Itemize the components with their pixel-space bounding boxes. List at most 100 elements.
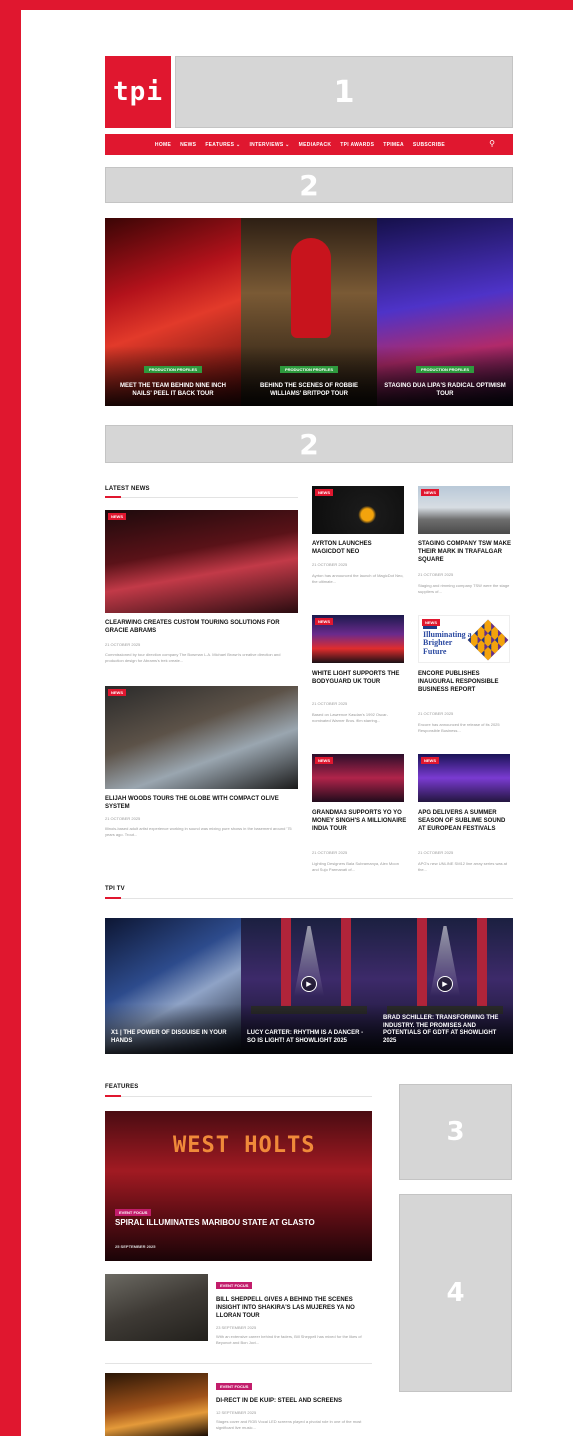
news-thumbnail[interactable]: NEWS xyxy=(312,615,404,663)
news-excerpt: APG's new UNLINE SM12 line array series … xyxy=(418,861,508,872)
nav-subscribe[interactable]: SUBSCRIBE xyxy=(413,142,445,148)
news-excerpt: Lighting Designers Bala Subramanya, Alex… xyxy=(312,861,399,872)
video-card[interactable]: X1 | THE POWER OF DISGUISE IN YOUR HANDS xyxy=(105,918,241,1054)
category-badge[interactable]: PRODUCTION PROFILES xyxy=(279,366,339,373)
news-badge[interactable]: NEWS xyxy=(422,619,440,626)
feature-date: 23 SEPTEMBER 2025 xyxy=(216,1325,257,1331)
hero-title[interactable]: STAGING DUA LIPA'S RADICAL OPTIMISM TOUR xyxy=(383,383,507,398)
nav-tpimea[interactable]: TPIMEA xyxy=(383,142,404,148)
section-title-tpi-tv: TPI TV xyxy=(105,886,125,892)
feature-list-item: EVENT FOCUS BILL SHEPPELL GIVES A BEHIND… xyxy=(216,1274,372,1345)
news-badge[interactable]: NEWS xyxy=(421,757,439,764)
ad-slot-sidebar-lower[interactable]: 4 xyxy=(399,1194,512,1392)
section-divider xyxy=(105,1096,372,1097)
feature-list-item: EVENT FOCUS DI-RECT IN DE KUIP: STEEL AN… xyxy=(216,1375,372,1430)
news-title[interactable]: AYRTON LAUNCHES MAGICDOT NEO xyxy=(312,540,404,556)
category-badge[interactable]: PRODUCTION PROFILES xyxy=(143,366,203,373)
news-title[interactable]: ELIJAH WOODS TOURS THE GLOBE WITH COMPAC… xyxy=(105,795,298,811)
feature-title[interactable]: BILL SHEPPELL GIVES A BEHIND THE SCENES … xyxy=(216,1296,372,1320)
news-badge[interactable]: NEWS xyxy=(108,513,126,520)
category-badge[interactable]: PRODUCTION PROFILES xyxy=(415,366,475,373)
video-title[interactable]: X1 | THE POWER OF DISGUISE IN YOUR HANDS xyxy=(111,1030,235,1046)
news-thumbnail[interactable]: NEWS xyxy=(312,754,404,802)
stage-sign: WEST HOLTS xyxy=(173,1133,316,1158)
image-shade xyxy=(105,1004,241,1054)
feature-card[interactable]: WEST HOLTS EVENT FOCUS SPIRAL ILLUMINATE… xyxy=(105,1111,372,1261)
hero-card[interactable]: PRODUCTION PROFILES STAGING DUA LIPA'S R… xyxy=(377,218,513,406)
video-card[interactable]: ▶ BRAD SCHILLER: TRANSFORMING THE INDUST… xyxy=(377,918,513,1054)
news-title[interactable]: GRANDMA3 SUPPORTS YO YO MONEY SINGH'S A … xyxy=(312,809,407,833)
video-title[interactable]: BRAD SCHILLER: TRANSFORMING THE INDUSTRY… xyxy=(383,1015,507,1046)
news-excerpt: Ayrton has announced the launch of Magic… xyxy=(312,573,404,584)
news-image[interactable]: NEWS xyxy=(105,686,298,789)
news-date: 21 OCTOBER 2025 xyxy=(105,816,141,821)
news-thumbnail[interactable]: NEWS xyxy=(418,486,510,534)
ad-slot-banner-lower[interactable]: 2 xyxy=(105,425,513,463)
nav-interviews[interactable]: INTERVIEWS ⌄ xyxy=(249,142,289,148)
feature-thumbnail[interactable] xyxy=(105,1373,208,1436)
ad-slot-number: 3 xyxy=(446,1117,465,1147)
nav-mediapack[interactable]: MEDIAPACK xyxy=(299,142,332,148)
video-title[interactable]: LUCY CARTER: RHYTHM IS A DANCER - SO IS … xyxy=(247,1030,371,1046)
image-shade xyxy=(241,1004,377,1054)
play-icon[interactable]: ▶ xyxy=(437,976,453,992)
tpi-logo[interactable]: tpi xyxy=(105,56,171,128)
news-badge[interactable]: NEWS xyxy=(315,489,333,496)
play-icon[interactable]: ▶ xyxy=(301,976,317,992)
hero-card[interactable]: PRODUCTION PROFILES BEHIND THE SCENES OF… xyxy=(241,218,377,406)
ad-slot-number: 2 xyxy=(299,168,319,202)
nav-home[interactable]: HOME xyxy=(155,142,171,148)
category-badge[interactable]: EVENT FOCUS xyxy=(216,1282,253,1289)
ad-slot-top[interactable]: 1 xyxy=(175,56,513,128)
main-nav: HOME NEWS FEATURES ⌄ INTERVIEWS ⌄ MEDIAP… xyxy=(105,134,513,155)
section-title-latest-news: LATEST NEWS xyxy=(105,486,150,492)
news-badge[interactable]: NEWS xyxy=(315,618,333,625)
ad-slot-sidebar-upper[interactable]: 3 xyxy=(399,1084,512,1180)
nav-news[interactable]: NEWS xyxy=(180,142,196,148)
section-title-features: FEATURES xyxy=(105,1084,139,1090)
news-image[interactable]: NEWS xyxy=(105,510,298,613)
news-thumbnail[interactable]: NEWS xyxy=(418,754,510,802)
feature-thumbnail[interactable] xyxy=(105,1274,208,1341)
feature-date: 12 SEPTEMBER 2025 xyxy=(216,1410,257,1416)
section-divider xyxy=(105,898,513,899)
tile-pattern xyxy=(467,619,509,661)
nav-features[interactable]: FEATURES ⌄ xyxy=(205,142,240,148)
news-excerpt: Encore has announced the release of its … xyxy=(418,722,500,733)
list-divider xyxy=(105,1363,372,1364)
news-title[interactable]: ENCORE PUBLISHES INAUGURAL RESPONSIBLE B… xyxy=(418,670,513,694)
section-accent xyxy=(105,496,121,498)
hero-title[interactable]: BEHIND THE SCENES OF ROBBIE WILLIAMS' BR… xyxy=(247,383,371,398)
news-excerpt: Commissioned by tour direction company T… xyxy=(105,652,281,663)
performer-figure xyxy=(291,238,331,338)
section-divider xyxy=(105,497,298,498)
news-date: 21 OCTOBER 2025 xyxy=(105,642,141,647)
news-title[interactable]: STAGING COMPANY TSW MAKE THEIR MARK IN T… xyxy=(418,540,513,564)
stage-banner xyxy=(477,918,487,1008)
ad-slot-banner-upper[interactable]: 2 xyxy=(105,167,513,203)
category-badge[interactable]: EVENT FOCUS xyxy=(216,1383,253,1390)
news-thumbnail[interactable]: NEWS Illuminating a Brighter Future xyxy=(418,615,510,663)
feature-title[interactable]: SPIRAL ILLUMINATES MARIBOU STATE AT GLAS… xyxy=(115,1218,315,1228)
ad-slot-number: 2 xyxy=(299,427,319,461)
news-badge[interactable]: NEWS xyxy=(421,489,439,496)
news-date: 21 OCTOBER 2025 xyxy=(312,850,348,855)
category-badge[interactable]: EVENT FOCUS xyxy=(115,1209,152,1216)
news-title[interactable]: WHITE LIGHT SUPPORTS THE BODYGUARD UK TO… xyxy=(312,670,404,686)
search-icon[interactable]: ⚲ xyxy=(489,139,495,148)
feature-title[interactable]: DI-RECT IN DE KUIP: STEEL AND SCREENS xyxy=(216,1397,372,1405)
news-badge[interactable]: NEWS xyxy=(315,757,333,764)
news-title[interactable]: CLEARWING CREATES CUSTOM TOURING SOLUTIO… xyxy=(105,619,298,635)
news-badge[interactable]: NEWS xyxy=(108,689,126,696)
hero-card[interactable]: PRODUCTION PROFILES MEET THE TEAM BEHIND… xyxy=(105,218,241,406)
hero-title[interactable]: MEET THE TEAM BEHIND NINE INCH NAILS' PE… xyxy=(111,383,235,398)
nav-tpi-awards[interactable]: TPI AWARDS xyxy=(340,142,374,148)
stage-banner xyxy=(417,918,427,1008)
news-date: 21 OCTOBER 2025 xyxy=(418,711,454,716)
video-card[interactable]: ▶ LUCY CARTER: RHYTHM IS A DANCER - SO I… xyxy=(241,918,377,1054)
news-date: 21 OCTOBER 2025 xyxy=(312,701,348,706)
news-title[interactable]: APG DELIVERS A SUMMER SEASON OF SUBLIME … xyxy=(418,809,513,833)
ad-slot-number: 4 xyxy=(446,1278,465,1308)
stage-banner xyxy=(281,918,291,1008)
news-thumbnail[interactable]: NEWS xyxy=(312,486,404,534)
